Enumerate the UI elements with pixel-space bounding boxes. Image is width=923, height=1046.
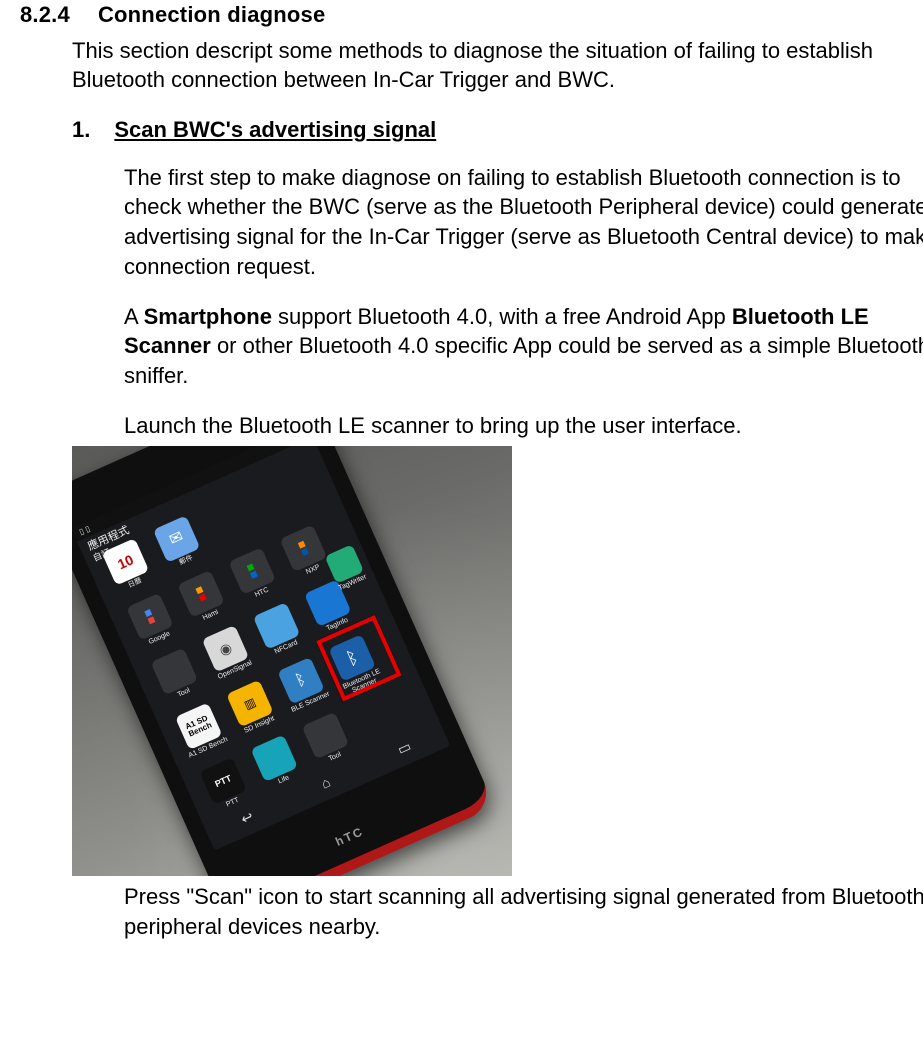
step-paragraph-3: Launch the Bluetooth LE scanner to bring… xyxy=(124,411,923,441)
calendar-date: 10 xyxy=(115,550,137,574)
p2-mid: support Bluetooth 4.0, with a free Andro… xyxy=(272,304,732,329)
app-icon-nfcard: NFCard xyxy=(253,602,301,650)
label-tool: Tool xyxy=(159,679,209,707)
label-blescanner: BLE Scanner xyxy=(285,689,335,717)
p2-lead: A xyxy=(124,304,144,329)
label-google: Google xyxy=(134,625,184,653)
app-icon-tagwriter: TagWriter xyxy=(325,544,365,584)
step-paragraph-2: A Smartphone support Bluetooth 4.0, with… xyxy=(124,302,923,391)
step-number: 1. xyxy=(72,117,90,142)
app-icon-opensignal: ◉ OpenSignal xyxy=(202,625,250,673)
app-icon-ptt: PTT PTT xyxy=(199,758,247,806)
step-heading: 1. Scan BWC's advertising signal xyxy=(72,115,923,145)
folder-tool-2: Tool xyxy=(302,712,350,760)
folder-htc: HTC xyxy=(228,548,276,596)
label-opensignal: OpenSignal xyxy=(210,657,260,685)
step-title: Scan BWC's advertising signal xyxy=(114,117,436,142)
label-mail: 郵件 xyxy=(161,547,211,575)
label-sdinsight: SD Insight xyxy=(234,711,284,739)
section-title: Connection diagnose xyxy=(98,2,325,27)
label-nfcard: NFCard xyxy=(261,634,311,662)
p2-tail: or other Bluetooth 4.0 specific App coul… xyxy=(124,333,923,388)
label-calendar: 日曆 xyxy=(110,570,160,598)
step-paragraph-4: Press "Scan" icon to start scanning all … xyxy=(124,882,923,941)
nav-back-icon: ↩ xyxy=(232,803,261,832)
folder-nxp: NXP xyxy=(280,525,328,573)
intro-paragraph: This section descript some methods to di… xyxy=(72,36,923,95)
label-hami: Hami xyxy=(185,602,235,630)
section-number: 8.2.4 xyxy=(20,2,70,27)
app-icon-life: Life xyxy=(251,735,299,783)
app-icon-blescanner: ᛒ BLE Scanner xyxy=(277,657,325,705)
folder-google: Google xyxy=(126,593,174,641)
folder-hami: Hami xyxy=(177,570,225,618)
section-heading: 8.2.4 Connection diagnose xyxy=(20,0,923,30)
phone-screenshot-photo: ▯ ▯ 📶 🔋 應用程式 自訂 10 日曆 ✉ 郵件 xyxy=(72,446,512,876)
label-htc: HTC xyxy=(237,579,287,607)
folder-tool: Tool xyxy=(151,648,199,696)
nav-home-icon: ⌂ xyxy=(311,768,340,797)
step-paragraph-1: The first step to make diagnose on faili… xyxy=(124,163,923,282)
app-icon-a1sdbench: A1 SDBench A1 SD Bench xyxy=(175,703,223,751)
nav-recent-icon: ▭ xyxy=(390,733,419,762)
bluetooth-icon: ᛒ xyxy=(292,669,310,693)
keyword-smartphone: Smartphone xyxy=(144,304,272,329)
app-icon-sdinsight: ▥ SD Insight xyxy=(226,680,274,728)
